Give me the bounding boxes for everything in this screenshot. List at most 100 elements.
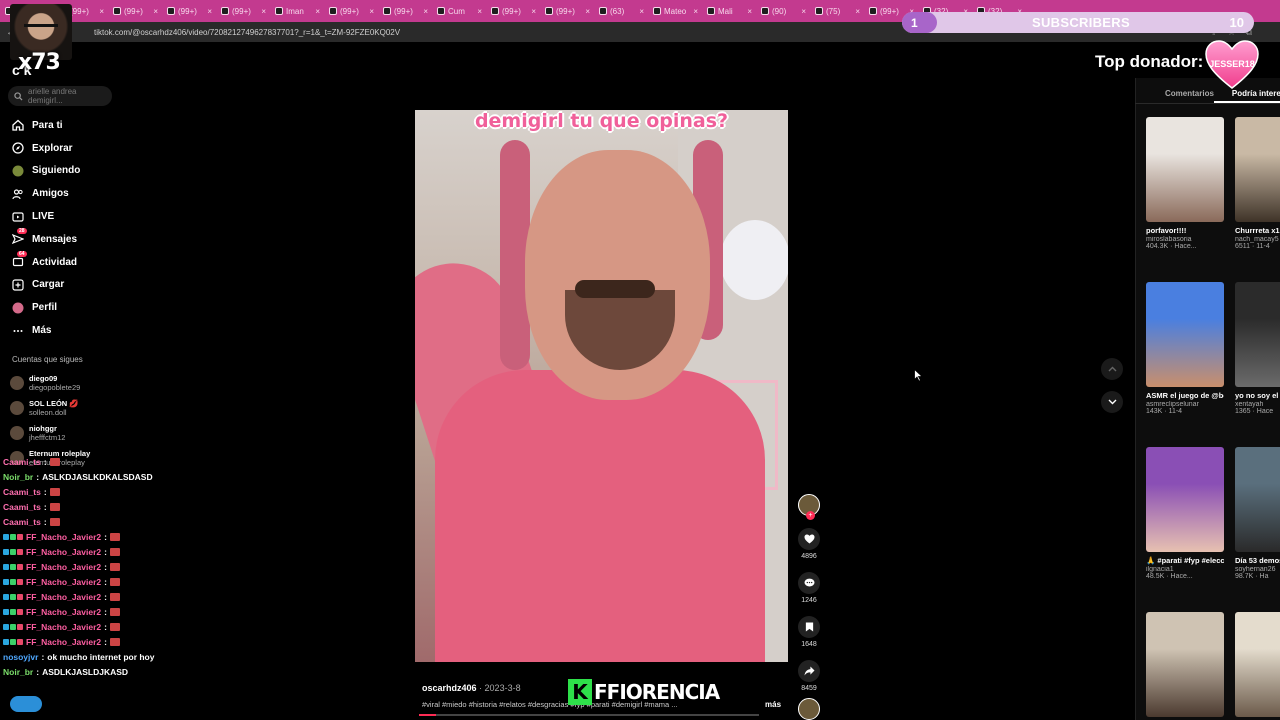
card-user[interactable]: nach_macay5 — [1235, 236, 1280, 243]
sidebar-item-mensajes[interactable]: 28 Mensajes — [12, 228, 122, 251]
chat-toggle-button[interactable] — [10, 696, 42, 712]
close-icon[interactable]: × — [315, 7, 320, 16]
browser-tab[interactable]: Iman × — [271, 2, 324, 20]
card-title[interactable]: ASMR el juego de @berlin 🎮 #asmr... — [1146, 391, 1224, 401]
chat-username[interactable]: Caami_ts — [3, 502, 41, 512]
follow-plus-icon[interactable]: + — [806, 511, 815, 520]
chat-username[interactable]: FF_Nacho_Javier2 — [26, 592, 101, 602]
chat-username[interactable]: nosoyjvr — [3, 652, 38, 662]
chat-username[interactable]: Caami_ts — [3, 487, 41, 497]
chat-username[interactable]: Caami_ts — [3, 517, 41, 527]
suggested-video-card[interactable]: ASMR el juego de @berlin 🎮 #asmr...asmre… — [1146, 282, 1224, 415]
chat-username[interactable]: FF_Nacho_Javier2 — [26, 607, 101, 617]
suggested-video-card[interactable]: Churrreta x1 😮nach_macay56511 · 11-4 — [1235, 117, 1280, 250]
following-account[interactable]: niohggr jhefffctm12 — [10, 420, 120, 445]
close-icon[interactable]: × — [801, 7, 806, 16]
close-icon[interactable]: × — [423, 7, 428, 16]
video-thumbnail[interactable] — [1235, 282, 1280, 387]
following-account[interactable]: SOL LEÓN 💋 solleon.doll — [10, 395, 120, 420]
browser-tab[interactable]: Mateo × — [649, 2, 702, 20]
video-thumbnail[interactable] — [1146, 117, 1224, 222]
close-icon[interactable]: × — [261, 7, 266, 16]
chat-username[interactable]: FF_Nacho_Javier2 — [26, 577, 101, 587]
sidebar-item-amigos[interactable]: Amigos — [12, 182, 122, 205]
chat-username[interactable]: Noir_br — [3, 472, 33, 482]
video-author[interactable]: oscarhdz406 · 2023-3-8 — [422, 683, 521, 693]
browser-tab[interactable]: (63) × — [595, 2, 648, 20]
browser-tab[interactable]: Cum × — [433, 2, 486, 20]
browser-tab[interactable]: (99+) × — [541, 2, 594, 20]
sidebar-item-perfil[interactable]: Perfil — [12, 296, 122, 319]
close-icon[interactable]: × — [99, 7, 104, 16]
browser-tab[interactable]: (99+) × — [325, 2, 378, 20]
following-account[interactable]: diego09 diegopoblete29 — [10, 370, 120, 395]
chat-username[interactable]: FF_Nacho_Javier2 — [26, 532, 101, 542]
close-icon[interactable]: × — [207, 7, 212, 16]
browser-tab[interactable]: (99+) × — [163, 2, 216, 20]
author-name[interactable]: oscarhdz406 — [422, 683, 477, 693]
card-title[interactable]: Churrreta x1 😮 — [1235, 226, 1280, 236]
video-thumbnail[interactable] — [1235, 447, 1280, 552]
suggested-video-card[interactable] — [1235, 612, 1280, 720]
card-user[interactable]: miroslabasoria — [1146, 236, 1224, 243]
card-user[interactable]: xentayah — [1235, 401, 1280, 408]
like-action[interactable]: 4896 — [796, 528, 822, 560]
browser-tab[interactable]: (99+) × — [379, 2, 432, 20]
suggested-video-card[interactable]: Día 53 demostrandsoyhernan2698.7K · Ha — [1235, 447, 1280, 580]
card-user[interactable]: ilgnacia1 — [1146, 566, 1224, 573]
sidebar-item-siguiendo[interactable]: Siguiendo — [12, 160, 122, 183]
browser-tab[interactable]: (75) × — [811, 2, 864, 20]
comment-action[interactable]: 1246 — [796, 572, 822, 604]
video-thumbnail[interactable] — [1146, 612, 1224, 717]
browser-tab[interactable]: (90) × — [757, 2, 810, 20]
url-text[interactable]: tiktok.com/@oscarhdz406/video/7208212749… — [94, 28, 400, 37]
previous-video-button[interactable] — [1101, 358, 1123, 380]
save-action[interactable]: 1648 — [796, 616, 822, 648]
video-progress-bar[interactable] — [419, 714, 759, 716]
search-input[interactable]: arielle andrea demigirl... — [8, 86, 112, 106]
close-icon[interactable]: × — [153, 7, 158, 16]
video-thumbnail[interactable] — [1146, 447, 1224, 552]
video-thumbnail[interactable] — [1235, 117, 1280, 222]
chat-username[interactable]: Noir_br — [3, 667, 33, 677]
browser-tab[interactable]: (99+) × — [109, 2, 162, 20]
sidebar-item-m-s[interactable]: Más — [12, 319, 122, 342]
close-icon[interactable]: × — [855, 7, 860, 16]
next-video-button[interactable] — [1101, 391, 1123, 413]
chat-username[interactable]: FF_Nacho_Javier2 — [26, 562, 101, 572]
close-icon[interactable]: × — [585, 7, 590, 16]
author-avatar[interactable]: + — [798, 494, 820, 520]
sidebar-item-para-ti[interactable]: Para ti — [12, 114, 122, 137]
suggested-video-card[interactable]: porfavor!!!! miroslabasoria 404.3K · Hace.… — [1146, 117, 1224, 250]
chat-username[interactable]: Caami_ts — [3, 457, 41, 467]
tab-comments[interactable]: Comentarios — [1135, 84, 1214, 103]
browser-tab[interactable]: (99+) × — [217, 2, 270, 20]
close-icon[interactable]: × — [531, 7, 536, 16]
close-icon[interactable]: × — [477, 7, 482, 16]
card-title[interactable]: Día 53 demostrand — [1235, 556, 1280, 566]
close-icon[interactable]: × — [693, 7, 698, 16]
sidebar-item-cargar[interactable]: Cargar — [12, 274, 122, 297]
card-user[interactable]: soyhernan26 — [1235, 566, 1280, 573]
chat-username[interactable]: FF_Nacho_Javier2 — [26, 622, 101, 632]
suggested-video-card[interactable] — [1146, 612, 1224, 720]
video-thumbnail[interactable] — [1146, 282, 1224, 387]
card-user[interactable]: asmreclipselunar — [1146, 401, 1224, 408]
sidebar-item-actividad[interactable]: 64 Actividad — [12, 251, 122, 274]
video-thumbnail[interactable] — [1235, 612, 1280, 717]
share-action[interactable]: 8459 — [796, 660, 822, 692]
card-title[interactable]: yo no soy el #fyp #xenta — [1235, 391, 1280, 401]
browser-tab[interactable]: Mali × — [703, 2, 756, 20]
chat-username[interactable]: FF_Nacho_Javier2 — [26, 547, 101, 557]
close-icon[interactable]: × — [747, 7, 752, 16]
close-icon[interactable]: × — [369, 7, 374, 16]
card-title[interactable]: 🙏 #parati #fyp #elecciones2025 — [1146, 556, 1224, 566]
close-icon[interactable]: × — [639, 7, 644, 16]
suggested-video-card[interactable]: 🙏 #parati #fyp #elecciones2025ilgnacia14… — [1146, 447, 1224, 580]
sidebar-item-live[interactable]: LIVE — [12, 205, 122, 228]
more-button[interactable]: más — [765, 700, 781, 709]
video-player[interactable]: demigirl tu que opinas? — [415, 110, 788, 662]
suggested-video-card[interactable]: yo no soy el #fyp #xentaxentayah1365 · H… — [1235, 282, 1280, 415]
browser-tab[interactable]: (99+) × — [487, 2, 540, 20]
card-title[interactable]: porfavor!!!! — [1146, 226, 1224, 236]
